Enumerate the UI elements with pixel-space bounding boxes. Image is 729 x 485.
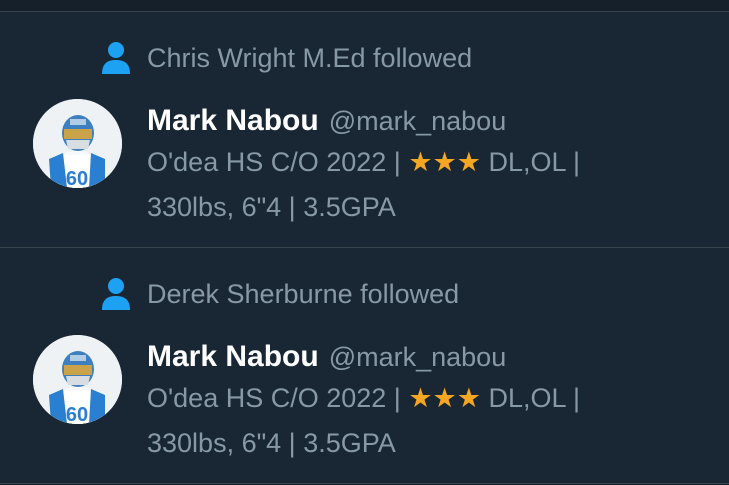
user-bio: O'dea HS C/O 2022 | ★★★ DL,OL | 330lbs, …: [147, 140, 707, 230]
bio-text: O'dea HS C/O 2022 |: [147, 383, 409, 413]
notification-context: Derek Sherburne followed: [101, 276, 459, 312]
display-name[interactable]: Mark Nabou: [147, 340, 319, 374]
user-info: Mark Nabou @mark_nabou O'dea HS C/O 2022…: [147, 340, 709, 466]
notification-context: Chris Wright M.Ed followed: [101, 40, 472, 76]
bio-text: 330lbs, 6"4 | 3.5GPA: [147, 428, 396, 458]
follower-text[interactable]: Derek Sherburne followed: [147, 279, 459, 310]
star-emoji: ★★★: [408, 383, 481, 413]
bio-text: 330lbs, 6"4 | 3.5GPA: [147, 192, 396, 222]
follow-notification[interactable]: Derek Sherburne followed 60 Mark Nabou @…: [0, 248, 729, 484]
follow-notification[interactable]: Chris Wright M.Ed followed 60 Mark Nabou…: [0, 12, 729, 248]
avatar-image: 60: [33, 335, 122, 424]
display-name[interactable]: Mark Nabou: [147, 104, 319, 138]
avatar[interactable]: 60: [33, 99, 122, 188]
name-row: Mark Nabou @mark_nabou: [147, 104, 709, 138]
svg-text:60: 60: [66, 168, 88, 188]
bio-text: DL,OL |: [480, 383, 580, 413]
user-handle[interactable]: @mark_nabou: [329, 106, 507, 137]
person-icon: [102, 42, 130, 74]
user-info: Mark Nabou @mark_nabou O'dea HS C/O 2022…: [147, 104, 709, 230]
avatar-image: 60: [33, 99, 122, 188]
notifications-feed: Chris Wright M.Ed followed 60 Mark Nabou…: [0, 0, 729, 485]
person-icon: [102, 278, 130, 310]
svg-text:60: 60: [66, 404, 88, 424]
bio-text: DL,OL |: [480, 147, 580, 177]
name-row: Mark Nabou @mark_nabou: [147, 340, 709, 374]
user-bio: O'dea HS C/O 2022 | ★★★ DL,OL | 330lbs, …: [147, 376, 707, 466]
user-handle[interactable]: @mark_nabou: [329, 342, 507, 373]
follower-text[interactable]: Chris Wright M.Ed followed: [147, 43, 472, 74]
feed-top-divider: [0, 0, 729, 12]
bio-text: O'dea HS C/O 2022 |: [147, 147, 409, 177]
avatar[interactable]: 60: [33, 335, 122, 424]
star-emoji: ★★★: [408, 147, 481, 177]
